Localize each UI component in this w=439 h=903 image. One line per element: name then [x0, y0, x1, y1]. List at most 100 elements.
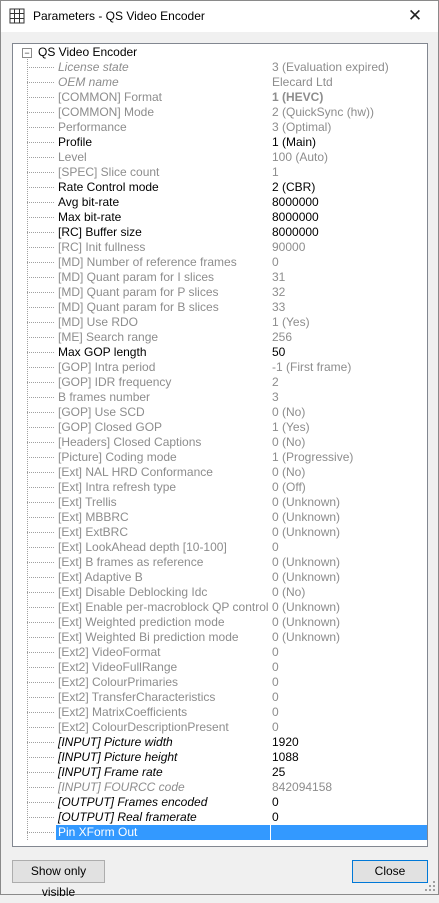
tree-row[interactable]: [Headers] Closed Captions 0 (No) [13, 435, 427, 450]
tree-row[interactable]: Performance 3 (Optimal) [13, 120, 427, 135]
tree-row[interactable]: [INPUT] Picture height 1088 [13, 750, 427, 765]
tree-root-node[interactable]: − QS Video Encoder [13, 45, 427, 60]
param-value[interactable]: 3 [272, 390, 279, 405]
param-value[interactable]: 3 (Evaluation expired) [272, 60, 389, 75]
param-value[interactable]: 1 (Main) [272, 135, 316, 150]
param-value[interactable]: 256 [272, 330, 292, 345]
param-value[interactable]: 0 (Unknown) [272, 570, 340, 585]
tree-row[interactable]: OEM name Elecard Ltd [13, 75, 427, 90]
param-value[interactable]: 0 [272, 645, 279, 660]
resize-grip-icon[interactable] [425, 881, 435, 891]
param-value[interactable]: 0 (Unknown) [272, 525, 340, 540]
param-value[interactable]: 1 [272, 165, 279, 180]
tree-row-selected[interactable]: Pin XForm Out [13, 825, 427, 840]
param-value[interactable]: 0 (Off) [272, 480, 306, 495]
param-value[interactable]: 0 (No) [272, 435, 305, 450]
tree-row[interactable]: [OUTPUT] Real framerate 0 [13, 810, 427, 825]
tree-row[interactable]: [MD] Quant param for P slices 32 [13, 285, 427, 300]
param-value[interactable]: 0 (Unknown) [272, 600, 340, 615]
param-value[interactable]: 1 (Yes) [272, 420, 310, 435]
tree-row[interactable]: [Ext] Enable per-macroblock QP control 0 … [13, 600, 427, 615]
tree-row[interactable]: [OUTPUT] Frames encoded 0 [13, 795, 427, 810]
param-value[interactable]: 1 (HEVC) [272, 90, 323, 105]
tree-row[interactable]: [INPUT] Picture width 1920 [13, 735, 427, 750]
tree-row[interactable]: [GOP] Closed GOP 1 (Yes) [13, 420, 427, 435]
close-button[interactable]: Close [352, 860, 428, 883]
param-value[interactable]: 0 (Unknown) [272, 510, 340, 525]
param-value[interactable]: 0 [272, 540, 279, 555]
param-value[interactable]: 1088 [272, 750, 299, 765]
tree-row[interactable]: Level 100 (Auto) [13, 150, 427, 165]
tree-row[interactable]: [Ext] Weighted prediction mode 0 (Unknown… [13, 615, 427, 630]
param-value[interactable]: 8000000 [272, 195, 319, 210]
param-value[interactable]: 0 (Unknown) [272, 630, 340, 645]
tree-row[interactable]: License state 3 (Evaluation expired) [13, 60, 427, 75]
tree-row[interactable]: [Ext] Trellis 0 (Unknown) [13, 495, 427, 510]
param-value[interactable]: 100 (Auto) [272, 150, 328, 165]
tree-row[interactable]: [Ext2] ColourPrimaries 0 [13, 675, 427, 690]
tree-row[interactable]: [GOP] Intra period -1 (First frame) [13, 360, 427, 375]
tree-row[interactable]: [Ext] ExtBRC 0 (Unknown) [13, 525, 427, 540]
param-value[interactable]: 0 [272, 255, 279, 270]
tree-row[interactable]: [GOP] IDR frequency 2 [13, 375, 427, 390]
param-value[interactable]: 2 [272, 375, 279, 390]
param-value[interactable]: 0 (No) [272, 585, 305, 600]
collapse-icon[interactable]: − [22, 48, 32, 58]
param-value[interactable]: 0 (Unknown) [272, 615, 340, 630]
param-value[interactable]: 8000000 [272, 210, 319, 225]
param-value[interactable]: 0 (No) [272, 405, 305, 420]
param-value[interactable]: 31 [272, 270, 285, 285]
param-value[interactable]: 0 (Unknown) [272, 555, 340, 570]
param-value[interactable]: 1 (Yes) [272, 315, 310, 330]
close-window-icon[interactable]: ✕ [400, 5, 430, 27]
title-bar[interactable]: Parameters - QS Video Encoder ✕ [1, 1, 438, 32]
param-value[interactable]: 842094158 [272, 780, 332, 795]
param-value[interactable]: 25 [272, 765, 285, 780]
tree-row[interactable]: [Picture] Coding mode 1 (Progressive) [13, 450, 427, 465]
tree-row[interactable]: Max GOP length 50 [13, 345, 427, 360]
param-value[interactable]: 0 [272, 675, 279, 690]
tree-row[interactable]: [Ext2] VideoFullRange 0 [13, 660, 427, 675]
param-value[interactable]: 50 [272, 345, 285, 360]
tree-row[interactable]: [Ext] Adaptive B 0 (Unknown) [13, 570, 427, 585]
tree-row[interactable]: [COMMON] Format 1 (HEVC) [13, 90, 427, 105]
tree-row[interactable]: [Ext] MBBRC 0 (Unknown) [13, 510, 427, 525]
param-value[interactable]: 2 (CBR) [272, 180, 315, 195]
param-value[interactable]: 3 (Optimal) [272, 120, 331, 135]
param-value[interactable]: 0 [272, 810, 279, 825]
param-value[interactable]: 0 [272, 720, 279, 735]
tree-row[interactable]: Avg bit-rate 8000000 [13, 195, 427, 210]
param-value[interactable]: 0 [272, 795, 279, 810]
tree-row[interactable]: [Ext] Weighted Bi prediction mode 0 (Unkn… [13, 630, 427, 645]
show-only-visible-button[interactable]: Show only visible [12, 860, 105, 899]
tree-row[interactable]: [INPUT] FOURCC code 842094158 [13, 780, 427, 795]
param-value[interactable]: -1 (First frame) [272, 360, 351, 375]
param-value[interactable]: 0 (Unknown) [272, 495, 340, 510]
tree-row[interactable]: [INPUT] Frame rate 25 [13, 765, 427, 780]
tree-row[interactable]: Max bit-rate 8000000 [13, 210, 427, 225]
param-value[interactable]: 33 [272, 300, 285, 315]
tree-row[interactable]: Profile 1 (Main) [13, 135, 427, 150]
tree-row[interactable]: [MD] Use RDO 1 (Yes) [13, 315, 427, 330]
param-value[interactable]: 0 [272, 660, 279, 675]
tree-row[interactable]: Rate Control mode 2 (CBR) [13, 180, 427, 195]
param-value[interactable]: 0 (No) [272, 465, 305, 480]
tree-row[interactable]: [Ext] LookAhead depth [10-100] 0 [13, 540, 427, 555]
param-value[interactable]: 90000 [272, 240, 305, 255]
param-value[interactable]: 1920 [272, 735, 299, 750]
param-value[interactable]: 1 (Progressive) [272, 450, 353, 465]
tree-row[interactable]: [Ext2] TransferCharacteristics 0 [13, 690, 427, 705]
tree-row[interactable]: [RC] Init fullness 90000 [13, 240, 427, 255]
tree-row[interactable]: [MD] Quant param for I slices 31 [13, 270, 427, 285]
tree-row[interactable]: [Ext2] MatrixCoefficients 0 [13, 705, 427, 720]
tree-row[interactable]: [MD] Number of reference frames 0 [13, 255, 427, 270]
tree-row[interactable]: [Ext2] ColourDescriptionPresent 0 [13, 720, 427, 735]
parameter-tree[interactable]: − QS Video Encoder License state 3 (Evalu… [12, 43, 428, 847]
tree-row[interactable]: [SPEC] Slice count 1 [13, 165, 427, 180]
tree-row[interactable]: [GOP] Use SCD 0 (No) [13, 405, 427, 420]
tree-row[interactable]: [Ext2] VideoFormat 0 [13, 645, 427, 660]
tree-row[interactable]: [Ext] Intra refresh type 0 (Off) [13, 480, 427, 495]
param-value[interactable]: 0 [272, 705, 279, 720]
tree-row[interactable]: [ME] Search range 256 [13, 330, 427, 345]
param-value[interactable]: 2 (QuickSync (hw)) [272, 105, 374, 120]
